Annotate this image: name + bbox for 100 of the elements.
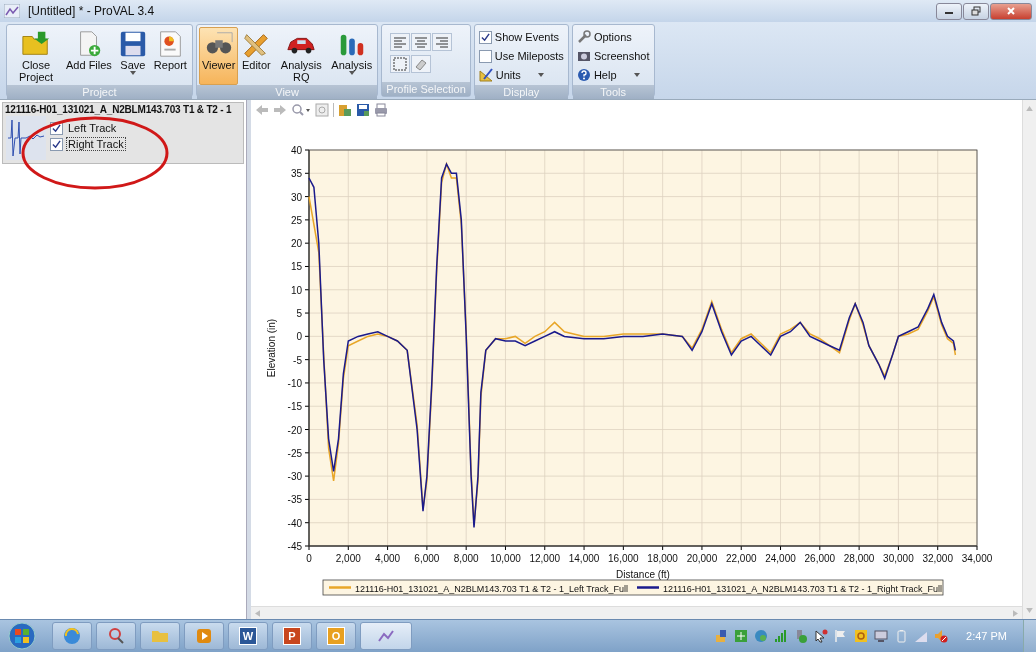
help-icon bbox=[576, 68, 591, 82]
app-letter-icon: O bbox=[327, 627, 345, 645]
scroll-up-icon[interactable] bbox=[1026, 106, 1033, 111]
eraser-icon bbox=[414, 57, 429, 71]
wrench-icon bbox=[576, 30, 591, 44]
legend-label: 121116-H01_131021_A_N2BLM143.703 T1 & T2 - 1_Left Track_Full bbox=[355, 583, 628, 594]
track-label[interactable]: Left Track bbox=[66, 121, 119, 135]
tick-label: 5 bbox=[296, 308, 302, 320]
dashed-square-icon bbox=[393, 57, 408, 71]
tick-label: 32,000 bbox=[922, 553, 953, 564]
muted-speaker-icon[interactable] bbox=[934, 629, 949, 643]
tick-label: 0 bbox=[296, 331, 302, 343]
checkbox-label[interactable]: Use Mileposts bbox=[494, 50, 564, 62]
checkbox[interactable] bbox=[50, 137, 63, 151]
signal-icon[interactable] bbox=[774, 629, 789, 643]
ribbon-button[interactable]: Close Project bbox=[9, 27, 63, 85]
window-title: [Untitled] * - ProVAL 3.4 bbox=[28, 4, 155, 18]
axis-title: Distance (ft) bbox=[616, 569, 670, 580]
tray-icon[interactable] bbox=[814, 629, 829, 643]
tick-label: 16,000 bbox=[608, 553, 639, 564]
align-left-button[interactable] bbox=[390, 33, 411, 51]
checkbox-label[interactable]: Show Events bbox=[494, 31, 559, 43]
taskbar-button[interactable] bbox=[360, 622, 412, 650]
scroll-right-icon[interactable] bbox=[1013, 609, 1018, 617]
tick-label: 30,000 bbox=[883, 553, 914, 564]
monitor-icon[interactable] bbox=[874, 629, 889, 643]
track-label[interactable]: Right Track bbox=[66, 137, 126, 151]
tick-label: 34,000 bbox=[961, 553, 993, 564]
ribbon-small-button[interactable]: Units bbox=[478, 68, 544, 82]
horizontal-scrollbar[interactable] bbox=[251, 606, 1022, 619]
tick-label: 30 bbox=[290, 191, 302, 203]
tick-label: 6,000 bbox=[414, 553, 440, 564]
back-arrow-icon[interactable] bbox=[255, 103, 269, 117]
caret-icon bbox=[537, 73, 544, 77]
ribbon-button[interactable]: Report bbox=[150, 27, 190, 85]
tick-label: 2,000 bbox=[335, 553, 361, 564]
tick-label: 15 bbox=[290, 261, 302, 273]
tick-label: 4,000 bbox=[375, 553, 401, 564]
zoom-icon[interactable] bbox=[291, 103, 311, 117]
tick-label: -15 bbox=[287, 401, 302, 413]
group-label: Project bbox=[7, 85, 192, 99]
tick-label: -35 bbox=[287, 494, 302, 506]
save-icon[interactable] bbox=[356, 103, 370, 117]
minimize-button[interactable] bbox=[936, 2, 962, 20]
tick-label: 20,000 bbox=[686, 553, 718, 564]
taskbar-button[interactable] bbox=[140, 622, 180, 650]
forward-arrow-icon[interactable] bbox=[273, 103, 287, 117]
tick-label: 12,000 bbox=[529, 553, 561, 564]
ribbon-small-button[interactable]: Help bbox=[576, 68, 640, 82]
tick-label: -40 bbox=[287, 517, 302, 529]
axis-title: Elevation (in) bbox=[266, 318, 277, 378]
taskbar-button[interactable]: P bbox=[272, 622, 312, 650]
restore-icon bbox=[971, 6, 981, 16]
select-region-button[interactable] bbox=[390, 55, 411, 73]
tick-label: -25 bbox=[287, 447, 302, 459]
tick-label: 0 bbox=[306, 553, 312, 564]
taskbar-button[interactable] bbox=[96, 622, 136, 650]
ribbon-button[interactable]: Add Files bbox=[63, 27, 115, 85]
align-center-icon bbox=[414, 36, 429, 48]
camera-icon bbox=[576, 49, 591, 63]
vertical-scrollbar[interactable] bbox=[1022, 100, 1036, 619]
eraser-button[interactable] bbox=[411, 55, 432, 73]
scroll-left-icon[interactable] bbox=[255, 609, 260, 617]
taskbar-button[interactable] bbox=[184, 622, 224, 650]
battery-icon[interactable] bbox=[894, 629, 909, 643]
scroll-down-icon[interactable] bbox=[1026, 608, 1033, 613]
close-button[interactable] bbox=[990, 2, 1032, 20]
tick-label: -10 bbox=[287, 377, 302, 389]
align-center-button[interactable] bbox=[411, 33, 432, 51]
tick-label: 26,000 bbox=[804, 553, 836, 564]
ribbon-small-button[interactable]: Options bbox=[576, 30, 632, 44]
ribbon-button[interactable]: Analysis bbox=[328, 27, 376, 85]
ribbon-button[interactable]: Save bbox=[114, 27, 151, 85]
magnifier-icon bbox=[106, 626, 126, 646]
restore-button[interactable] bbox=[963, 2, 989, 20]
taskbar-button[interactable] bbox=[52, 622, 92, 650]
tick-label: 22,000 bbox=[725, 553, 757, 564]
app-icon bbox=[4, 4, 20, 18]
tick-label: 10 bbox=[290, 284, 302, 296]
checkbox[interactable] bbox=[478, 30, 492, 44]
signal-icon[interactable] bbox=[914, 629, 929, 643]
caret-icon bbox=[633, 73, 640, 77]
tick-label: -5 bbox=[293, 354, 302, 366]
waveform-thumbnail bbox=[6, 116, 46, 160]
ribbon-small-button[interactable]: Screenshot bbox=[576, 49, 650, 63]
checkbox[interactable] bbox=[478, 49, 492, 63]
tick-label: 40 bbox=[290, 145, 302, 156]
zoom-extent-icon[interactable] bbox=[315, 103, 329, 117]
profile-title: 121116-H01_131021_A_N2BLM143.703 T1 & T2 - 1 bbox=[4, 103, 233, 116]
ribbon-button[interactable]: Viewer bbox=[198, 27, 239, 85]
ribbon-button[interactable]: Analysis RQ bbox=[274, 27, 329, 85]
align-right-button[interactable] bbox=[432, 33, 453, 51]
group-label: Display bbox=[474, 85, 568, 99]
tick-label: 10,000 bbox=[490, 553, 521, 564]
tick-label: 25 bbox=[290, 214, 302, 226]
show-desktop-button[interactable] bbox=[1023, 620, 1036, 652]
print-icon[interactable] bbox=[374, 103, 388, 117]
copy-icon[interactable] bbox=[338, 103, 352, 117]
ribbon-button[interactable]: Editor bbox=[238, 27, 275, 85]
taskbar-button[interactable]: W bbox=[228, 622, 268, 650]
